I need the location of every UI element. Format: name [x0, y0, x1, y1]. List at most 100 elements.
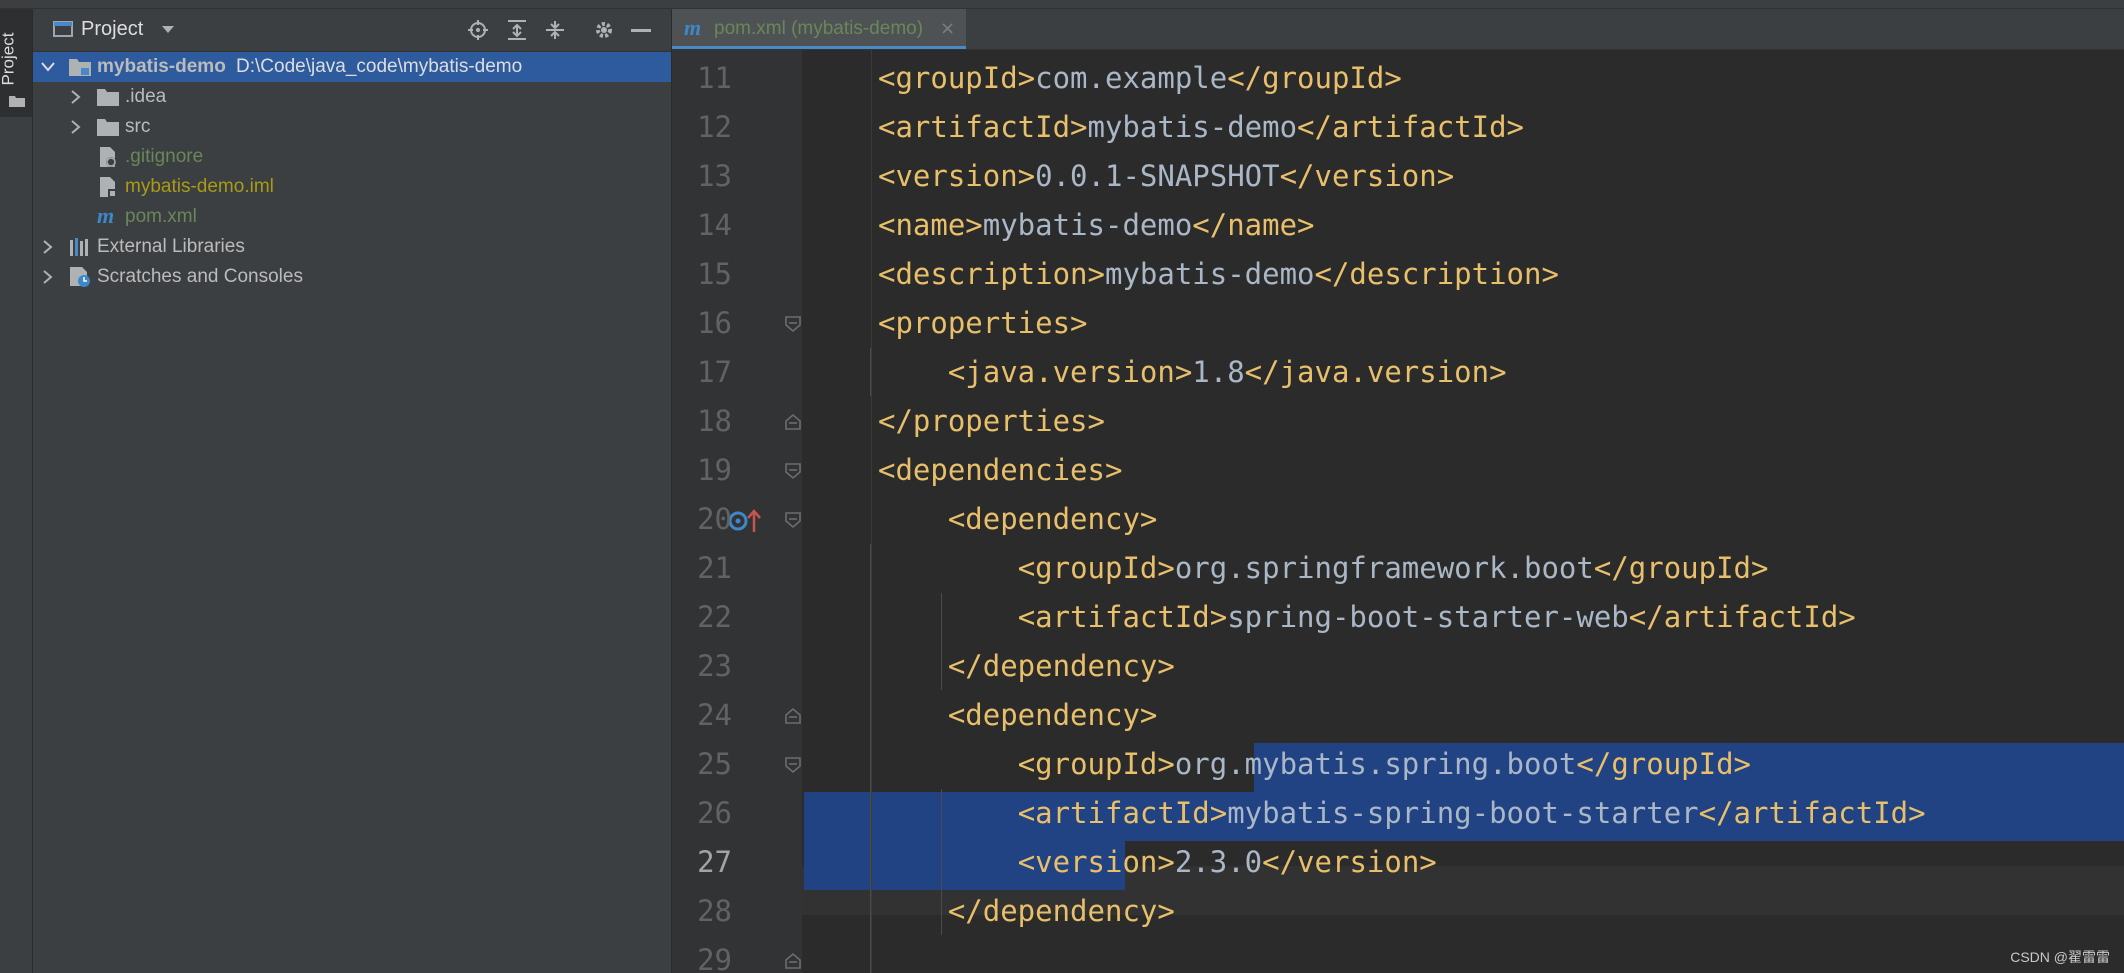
project-panel: Project mybatis-demo D:\Code\java_code\m…	[33, 9, 672, 973]
xml-text: spring-boot-starter-web	[1227, 600, 1629, 634]
code-text: <groupId>org.springframework.boot</group…	[878, 544, 1769, 593]
code-text: </dependency>	[878, 887, 1175, 936]
xml-text: mybatis-demo	[982, 208, 1193, 242]
xml-tag: <version>	[1017, 845, 1175, 879]
collapse-all-icon[interactable]	[545, 19, 565, 41]
minimize-icon[interactable]	[631, 29, 651, 33]
code-line[interactable]: 11 <groupId>com.example</groupId>	[672, 54, 2124, 103]
project-tool-tab[interactable]: Project	[0, 9, 32, 117]
gitignore-file-icon	[100, 147, 116, 167]
xml-text: org.mybatis.spring.boot	[1174, 747, 1577, 781]
gear-icon[interactable]	[593, 19, 615, 41]
xml-tag: <dependency>	[947, 698, 1158, 732]
xml-tag: <name>	[878, 208, 983, 242]
xml-text: mybatis-demo	[1087, 110, 1298, 144]
expand-all-icon[interactable]	[507, 19, 527, 41]
folder-icon	[97, 119, 119, 136]
code-line[interactable]: 14 <name>mybatis-demo</name>	[672, 201, 2124, 250]
tree-row-external-libraries[interactable]: External Libraries	[33, 232, 671, 262]
tree-row-pom[interactable]: m pom.xml	[33, 202, 671, 232]
tree-label: Scratches and Consoles	[97, 266, 303, 287]
code-text: </dependency>	[878, 642, 1175, 691]
xml-tag: </artifactId>	[1297, 110, 1525, 144]
watermark: CSDN @翟雷雷	[2010, 949, 2110, 965]
code-line[interactable]: 27 <version>2.3.0</version>	[672, 838, 2124, 887]
code-line[interactable]: 28 </dependency>	[672, 887, 2124, 936]
code-line[interactable]: 19 <dependencies>	[672, 446, 2124, 495]
tree-row-iml[interactable]: mybatis-demo.iml	[33, 172, 671, 202]
line-number: 20	[697, 502, 732, 536]
tree-label: mybatis-demo	[97, 56, 226, 77]
chevron-right-icon[interactable]	[43, 240, 53, 254]
xml-text	[878, 845, 1018, 879]
code-text: <groupId>com.example</groupId>	[878, 54, 1402, 103]
xml-text: 0.0.1-SNAPSHOT	[1035, 159, 1280, 193]
xml-tag: <description>	[878, 257, 1105, 291]
code-text: <dependency>	[878, 495, 1158, 544]
line-number: 21	[697, 551, 732, 585]
code-line[interactable]: 20 <dependency>	[672, 495, 2124, 544]
xml-text	[878, 600, 1018, 634]
line-number: 12	[697, 110, 732, 144]
tree-row-scratches[interactable]: Scratches and Consoles	[33, 262, 671, 292]
xml-tag: </description>	[1314, 257, 1559, 291]
code-line[interactable]: 21 <groupId>org.springframework.boot</gr…	[672, 544, 2124, 593]
xml-text: mybatis-spring-boot-starter	[1227, 796, 1699, 830]
xml-tag: <artifactId>	[878, 110, 1088, 144]
code-line[interactable]: 22 <artifactId>spring-boot-starter-web</…	[672, 593, 2124, 642]
code-area[interactable]: 11 <groupId>com.example</groupId> 12 <artif…	[672, 50, 2124, 973]
line-number: 14	[697, 208, 732, 242]
chevron-down-icon[interactable]	[161, 25, 175, 35]
line-number: 29	[697, 943, 732, 973]
xml-tag: </artifactId>	[1628, 600, 1856, 634]
code-line[interactable]: 16 <properties>	[672, 299, 2124, 348]
project-panel-header: Project	[33, 9, 671, 52]
xml-text	[878, 747, 1018, 781]
chevron-right-icon[interactable]	[43, 270, 53, 284]
close-icon[interactable]: ×	[940, 18, 955, 39]
code-line[interactable]: 24 <dependency>	[672, 691, 2124, 740]
tab-pom-xml[interactable]: m pom.xml (mybatis-demo) ×	[672, 9, 966, 49]
xml-tag: </java.version>	[1244, 355, 1507, 389]
code-line[interactable]: 15 <description>mybatis-demo</description…	[672, 250, 2124, 299]
code-line[interactable]: 18 </properties>	[672, 397, 2124, 446]
xml-tag: </groupId>	[1576, 747, 1752, 781]
chevron-right-icon[interactable]	[71, 120, 81, 134]
tree-row-idea[interactable]: .idea	[33, 82, 671, 112]
code-text: <artifactId>mybatis-demo</artifactId>	[878, 103, 1524, 152]
tree-row-gitignore[interactable]: .gitignore	[33, 142, 671, 172]
code-line[interactable]: 29	[672, 936, 2124, 973]
line-number: 24	[697, 698, 732, 732]
code-line[interactable]: 25 <groupId>org.mybatis.spring.boot</gro…	[672, 740, 2124, 789]
code-line[interactable]: 12 <artifactId>mybatis-demo</artifactId>	[672, 103, 2124, 152]
xml-tag: </name>	[1192, 208, 1315, 242]
module-folder-icon	[69, 59, 91, 76]
xml-tag: </properties>	[878, 404, 1105, 438]
code-line[interactable]: 13 <version>0.0.1-SNAPSHOT</version>	[672, 152, 2124, 201]
xml-tag: <java.version>	[947, 355, 1193, 389]
tree-path: D:\Code\java_code\mybatis-demo	[236, 56, 523, 77]
xml-tag: <artifactId>	[1017, 600, 1228, 634]
code-text: <groupId>org.mybatis.spring.boot</groupI…	[878, 740, 1751, 789]
chevron-right-icon[interactable]	[71, 90, 81, 104]
chevron-down-icon[interactable]	[41, 62, 55, 72]
code-line[interactable]: 26 <artifactId>mybatis-spring-boot-start…	[672, 789, 2124, 838]
tree-label: src	[125, 116, 151, 137]
code-text: </properties>	[878, 397, 1105, 446]
code-text: <java.version>1.8</java.version>	[878, 348, 1507, 397]
tree-label: .idea	[125, 86, 167, 107]
code-text: <name>mybatis-demo</name>	[878, 201, 1315, 250]
code-text: <dependencies>	[878, 446, 1122, 495]
xml-tag: </dependency>	[947, 894, 1175, 928]
tree-row-src[interactable]: src	[33, 112, 671, 142]
code-line[interactable]: 23 </dependency>	[672, 642, 2124, 691]
code-text: <artifactId>mybatis-spring-boot-starter<…	[878, 789, 1926, 838]
tree-label: .gitignore	[125, 146, 204, 167]
locate-icon[interactable]	[467, 19, 489, 41]
line-number: 13	[697, 159, 732, 193]
line-number: 17	[697, 355, 732, 389]
tree-row-mybatis-demo[interactable]: mybatis-demo D:\Code\java_code\mybatis-d…	[33, 52, 671, 82]
xml-tag: <groupId>	[1017, 551, 1175, 585]
code-line[interactable]: 17 <java.version>1.8</java.version>	[672, 348, 2124, 397]
scratches-icon	[70, 267, 90, 287]
